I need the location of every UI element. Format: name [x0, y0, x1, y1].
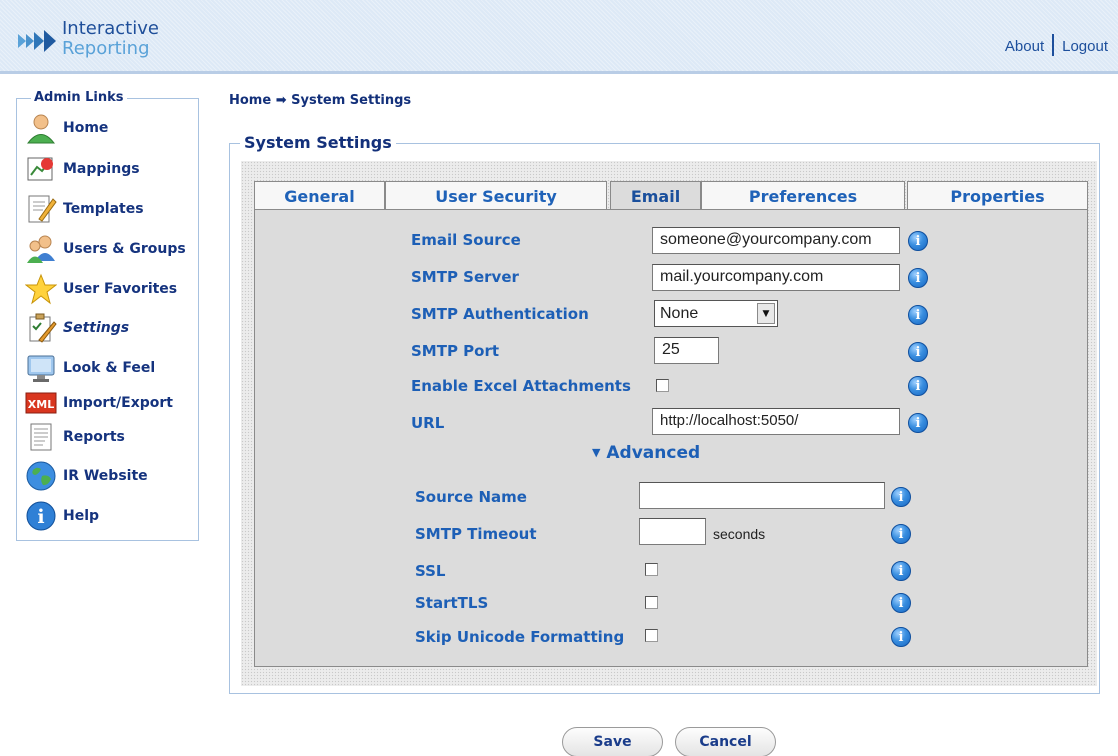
info-icon[interactable]: i — [891, 627, 911, 647]
smtp-port-input[interactable]: 25 — [654, 337, 719, 364]
sidebar-item-look-feel[interactable]: Look & Feel — [23, 351, 155, 385]
advanced-label: Advanced — [606, 443, 701, 463]
ssl-label: SSL — [415, 562, 446, 580]
smtp-authentication-label: SMTP Authentication — [411, 305, 589, 323]
cancel-button[interactable]: Cancel — [675, 727, 776, 756]
sidebar-item-label: Templates — [63, 201, 144, 217]
logo-title-line1: Interactive — [62, 18, 159, 39]
sidebar-item-label: Look & Feel — [63, 360, 156, 376]
breadcrumb: Home ➡ System Settings — [229, 93, 412, 108]
top-links: About Logout — [1005, 34, 1108, 56]
enable-excel-attachments-label: Enable Excel Attachments — [411, 377, 631, 395]
ssl-checkbox[interactable] — [645, 563, 658, 576]
svg-text:XML: XML — [28, 398, 54, 411]
star-icon — [23, 272, 59, 306]
url-input[interactable]: http://localhost:5050/ — [652, 408, 900, 435]
tab-general[interactable]: General — [254, 181, 385, 210]
sidebar-item-label: User Favorites — [63, 281, 178, 297]
smtp-authentication-select[interactable]: None ▼ — [654, 300, 778, 327]
divider — [1052, 34, 1055, 56]
caret-down-icon: ▼ — [592, 446, 601, 459]
sidebar-item-users-groups[interactable]: Users & Groups — [23, 232, 186, 266]
admin-links-title: Admin Links — [31, 90, 127, 105]
smtp-server-input[interactable]: mail.yourcompany.com — [652, 264, 900, 291]
chevron-down-icon: ▼ — [757, 303, 775, 324]
email-source-label: Email Source — [411, 231, 521, 249]
info-icon[interactable]: i — [891, 487, 911, 507]
skip-unicode-formatting-checkbox[interactable] — [645, 629, 658, 642]
sidebar-item-mappings[interactable]: Mappings — [23, 152, 140, 186]
starttls-label: StartTLS — [415, 594, 489, 612]
info-icon[interactable]: i — [908, 268, 928, 288]
info-icon[interactable]: i — [908, 413, 928, 433]
save-button[interactable]: Save — [562, 727, 663, 756]
user-icon — [23, 111, 59, 145]
report-icon — [23, 420, 59, 454]
smtp-port-label: SMTP Port — [411, 342, 500, 360]
smtp-timeout-input[interactable] — [639, 518, 706, 545]
sidebar-item-label: Import/Export — [63, 395, 173, 411]
sidebar-item-label: IR Website — [63, 468, 148, 484]
sidebar-item-settings[interactable]: Settings — [23, 311, 129, 345]
sidebar-item-user-favorites[interactable]: User Favorites — [23, 272, 177, 306]
logout-link[interactable]: Logout — [1062, 38, 1108, 55]
smtp-authentication-value: None — [660, 304, 699, 322]
sidebar-item-import-export[interactable]: XML Import/Export — [23, 386, 173, 420]
about-link[interactable]: About — [1005, 38, 1044, 55]
admin-links-panel: Admin Links Home Mappings Templates User… — [16, 90, 199, 541]
monitor-icon — [23, 351, 59, 385]
users-groups-icon — [23, 232, 59, 266]
top-banner: Interactive Reporting About Logout — [0, 0, 1118, 74]
mappings-icon — [23, 152, 59, 186]
svg-text:i: i — [37, 506, 44, 528]
panel-title: System Settings — [240, 133, 396, 152]
xml-icon: XML — [23, 386, 59, 420]
templates-icon — [23, 192, 59, 226]
info-icon[interactable]: i — [891, 593, 911, 613]
sidebar-item-reports[interactable]: Reports — [23, 420, 125, 454]
url-label: URL — [411, 414, 445, 432]
info-icon[interactable]: i — [908, 305, 928, 325]
sidebar-item-home[interactable]: Home — [23, 111, 108, 145]
info-icon[interactable]: i — [891, 524, 911, 544]
tab-preferences[interactable]: Preferences — [701, 181, 905, 210]
sidebar-item-ir-website[interactable]: IR Website — [23, 459, 148, 493]
sidebar-item-label: Help — [63, 508, 100, 524]
help-icon: i — [23, 499, 59, 533]
sidebar-item-templates[interactable]: Templates — [23, 192, 144, 226]
smtp-server-label: SMTP Server — [411, 268, 519, 286]
logo-title-line2: Reporting — [62, 38, 150, 59]
info-icon[interactable]: i — [908, 376, 928, 396]
smtp-timeout-label: SMTP Timeout — [415, 525, 537, 543]
sidebar-item-label: Home — [63, 120, 109, 136]
email-source-input[interactable]: someone@yourcompany.com — [652, 227, 900, 254]
source-name-label: Source Name — [415, 488, 527, 506]
tab-properties[interactable]: Properties — [907, 181, 1088, 210]
settings-icon — [23, 311, 59, 345]
logo-arrows-icon — [18, 30, 56, 52]
enable-excel-attachments-checkbox[interactable] — [656, 379, 669, 392]
info-icon[interactable]: i — [908, 231, 928, 251]
starttls-checkbox[interactable] — [645, 596, 658, 609]
sidebar-item-label: Users & Groups — [63, 241, 186, 257]
sidebar-item-label: Mappings — [63, 161, 140, 177]
info-icon[interactable]: i — [891, 561, 911, 581]
sidebar-item-label: Settings — [63, 320, 130, 336]
source-name-input[interactable] — [639, 482, 885, 509]
tab-email[interactable]: Email — [610, 181, 701, 210]
globe-icon — [23, 459, 59, 493]
info-icon[interactable]: i — [908, 342, 928, 362]
tab-user-security[interactable]: User Security — [385, 181, 607, 210]
seconds-unit-label: seconds — [713, 526, 766, 542]
sidebar-item-help[interactable]: i Help — [23, 499, 99, 533]
app-logo: Interactive Reporting — [18, 18, 178, 62]
skip-unicode-formatting-label: Skip Unicode Formatting — [415, 628, 625, 646]
sidebar-item-label: Reports — [63, 429, 125, 445]
advanced-toggle[interactable]: ▼ Advanced — [592, 443, 700, 463]
